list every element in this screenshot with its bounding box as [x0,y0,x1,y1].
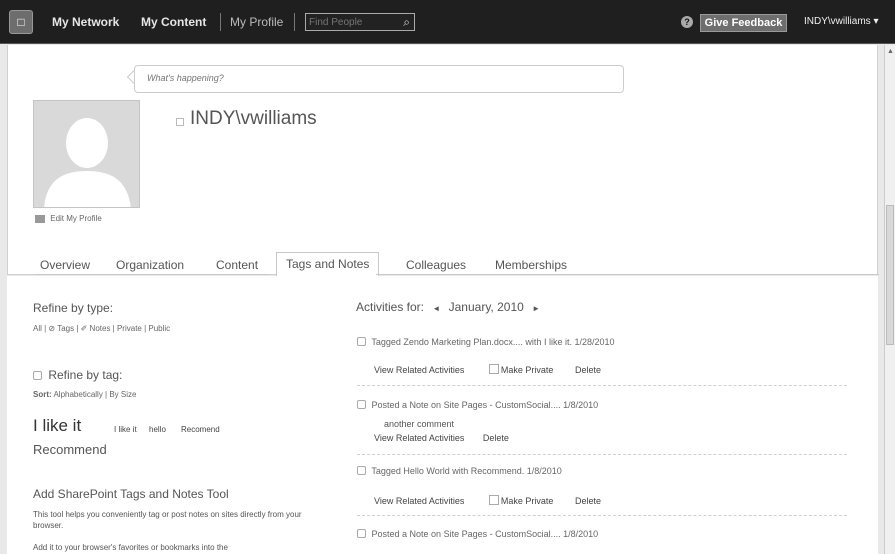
tab-tags-and-notes[interactable]: Tags and Notes [276,252,380,278]
next-month-icon[interactable]: ► [532,304,540,313]
tag-cloud-item[interactable]: Recommend [33,442,107,457]
view-related-activities-link[interactable]: View Related Activities [374,365,464,375]
tag-icon [357,337,366,346]
refine-by-tag-label: Refine by tag: [48,368,123,382]
person-silhouette-icon [44,118,131,207]
tool-description: This tool helps you conveniently tag or … [33,510,302,530]
activity-text[interactable]: Posted a Note on Site Pages - CustomSoci… [372,400,599,410]
sort-label: Sort: [33,390,52,399]
activity-text[interactable]: Tagged Hello World with Recommend. 1/8/2… [371,466,561,476]
tag-cloud-item[interactable]: hello [149,425,166,434]
avatar [33,100,140,208]
note-icon [357,529,366,538]
edit-profile-label: Edit My Profile [50,214,102,223]
sort-links[interactable]: Alphabetically | By Size [53,390,136,399]
make-private-checkbox[interactable]: Make Private [488,364,554,375]
activity-item: Posted a Note on Site Pages - CustomSoci… [357,400,598,410]
tag-cloud-item[interactable]: I like it [114,425,137,434]
refine-by-tag-heading: Refine by tag: [33,368,122,382]
tags-and-notes-content: Refine by type: All | ⊘ Tags | ✐ Notes |… [7,276,878,554]
activity-item: Tagged Hello World with Recommend. 1/8/2… [357,466,562,476]
status-input[interactable] [135,66,615,90]
user-menu[interactable]: INDY\vwilliams ▾ [804,16,878,27]
type-filter-links[interactable]: All | ⊘ Tags | ✐ Notes | Private | Publi… [33,324,170,333]
activities-header: Activities for: ◄ January, 2010 ► [356,300,540,314]
tab-overview[interactable]: Overview [40,258,90,272]
my-content-link[interactable]: My Content [141,15,206,29]
activity-divider [357,515,847,516]
scroll-up-icon[interactable]: ▲ [887,48,894,55]
delete-link[interactable]: Delete [483,433,509,443]
activity-text[interactable]: Posted a Note on Site Pages - CustomSoci… [372,529,599,539]
delete-link[interactable]: Delete [575,496,601,506]
activities-month: January, 2010 [448,300,524,314]
tag-icon [357,466,366,475]
tab-content[interactable]: Content [216,258,258,272]
tool-heading: Add SharePoint Tags and Notes Tool [33,487,229,501]
activity-text[interactable]: Tagged Zendo Marketing Plan.docx.... wit… [371,337,614,347]
presence-icon [176,118,184,126]
sharepoint-logo-icon[interactable]: □ [9,10,33,34]
profile-header-panel: Edit My Profile INDY\vwilliams Overview … [7,45,879,278]
checkbox-box[interactable] [488,495,499,505]
status-bubble [134,65,624,93]
edit-profile-icon [35,214,45,223]
search-icon[interactable]: ⌕ [403,15,410,30]
give-feedback-button[interactable]: Give Feedback [700,14,787,32]
tag-icon [33,371,42,380]
profile-user-name: INDY\vwilliams [190,108,317,129]
top-navigation-bar: □ My Network My Content My Profile ⌕ ? G… [0,0,895,44]
help-icon[interactable]: ? [681,16,693,28]
note-icon [357,400,366,409]
my-network-link[interactable]: My Network [52,15,119,29]
make-private-label: Make Private [500,365,554,375]
activities-label: Activities for: [356,300,425,314]
view-related-activities-link[interactable]: View Related Activities [374,433,464,443]
tab-organization[interactable]: Organization [116,258,184,272]
tab-memberships[interactable]: Memberships [495,258,567,272]
checkbox-box[interactable] [488,364,499,374]
delete-link[interactable]: Delete [575,365,601,375]
activity-comment: another comment [384,419,455,429]
tab-baseline [376,274,879,275]
tool-description-continued: Add it to your browser's favorites or bo… [33,543,228,552]
edit-profile-link[interactable]: Edit My Profile [35,214,102,223]
nav-separator [220,13,221,31]
tab-colleagues[interactable]: Colleagues [406,258,466,272]
scroll-thumb[interactable] [886,205,894,345]
activity-actions: View Related Activities Make Private Del… [374,495,601,506]
activity-item: Posted a Note on Site Pages - CustomSoci… [357,529,598,539]
tag-sort-options: Sort: Alphabetically | By Size [33,390,136,399]
activity-actions: View Related Activities Make Private Del… [374,364,601,375]
previous-month-icon[interactable]: ◄ [432,304,440,313]
refine-by-type-heading: Refine by type: [33,301,114,315]
activity-divider [357,454,847,455]
view-related-activities-link[interactable]: View Related Activities [374,496,464,506]
tab-baseline [35,274,270,275]
make-private-checkbox[interactable]: Make Private [488,495,554,506]
find-people-search: ⌕ [305,13,415,31]
find-people-input[interactable] [306,14,396,30]
tag-cloud-item[interactable]: Recomend [181,425,220,434]
nav-separator [294,13,295,31]
activity-item: Tagged Zendo Marketing Plan.docx.... wit… [357,337,614,347]
activity-actions: View Related Activities Delete [374,433,509,443]
vertical-scrollbar[interactable]: ▲ [884,45,895,554]
activity-divider [357,385,847,386]
my-profile-link[interactable]: My Profile [230,15,283,29]
tag-cloud-item[interactable]: I like it [33,416,81,436]
make-private-label: Make Private [500,496,554,506]
